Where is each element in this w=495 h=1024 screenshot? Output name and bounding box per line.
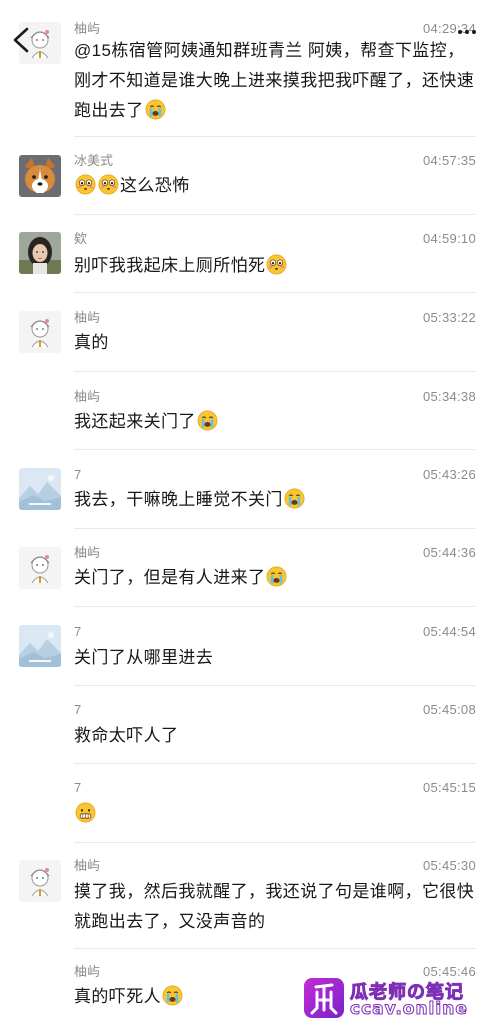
avatar[interactable] xyxy=(19,468,61,510)
divider xyxy=(74,606,476,607)
sender-name: 7 xyxy=(74,624,82,639)
sender-name: 柚屿 xyxy=(74,858,101,873)
more-options-button[interactable] xyxy=(449,24,485,40)
crying-emoji-icon xyxy=(197,410,218,431)
divider xyxy=(74,842,476,843)
message-text[interactable]: 别吓我我起床上厕所怕死 xyxy=(74,251,478,281)
divider xyxy=(74,528,476,529)
watermark: 瓜老师の笔记 ccav.online xyxy=(300,972,495,1024)
message-text[interactable]: 救命太吓人了 xyxy=(74,721,478,751)
divider xyxy=(74,449,476,450)
message-time: 04:59:10 xyxy=(422,231,476,246)
crying-emoji-icon xyxy=(162,985,183,1006)
message-text[interactable]: 这么恐怖 xyxy=(74,171,478,201)
avatar-image xyxy=(19,547,61,589)
back-chevron-icon xyxy=(13,27,29,53)
avatar-image xyxy=(19,860,61,902)
sender-name: 柚屿 xyxy=(74,964,101,979)
sender-name: 柚屿 xyxy=(74,545,101,560)
sender-name: 冰美式 xyxy=(74,153,114,168)
watermark-url: ccav.online xyxy=(350,999,468,1020)
sender-name: 柚屿 xyxy=(74,21,101,36)
avatar[interactable] xyxy=(19,547,61,589)
message-time: 05:33:22 xyxy=(422,310,476,325)
avatar[interactable] xyxy=(19,860,61,902)
message-time: 05:45:08 xyxy=(422,702,476,717)
divider xyxy=(74,214,476,215)
flushed-emoji-icon xyxy=(98,174,119,195)
divider xyxy=(74,948,476,949)
message-text[interactable]: 关门了，但是有人进来了 xyxy=(74,563,478,593)
sender-name: 柚屿 xyxy=(74,389,101,404)
sender-name: 7 xyxy=(74,467,82,482)
avatar[interactable] xyxy=(19,311,61,353)
message-time: 05:45:15 xyxy=(422,780,476,795)
avatar-image xyxy=(19,468,61,510)
crying-emoji-icon xyxy=(284,488,305,509)
divider xyxy=(74,763,476,764)
message-time: 05:34:38 xyxy=(422,389,476,404)
divider xyxy=(74,292,476,293)
message-time: 05:44:36 xyxy=(422,545,476,560)
grimace-emoji-icon xyxy=(75,802,96,823)
avatar[interactable] xyxy=(19,232,61,274)
avatar-image xyxy=(19,625,61,667)
crying-emoji-icon xyxy=(145,99,166,120)
avatar-image xyxy=(19,311,61,353)
divider xyxy=(74,685,476,686)
message-text[interactable]: 关门了从哪里进去 xyxy=(74,643,478,673)
back-button[interactable] xyxy=(6,20,36,60)
message-text[interactable]: 摸了我，然后我就醒了，我还说了句是谁啊，它很快就跑出去了，又没声音的 xyxy=(74,877,478,937)
message-time: 05:43:26 xyxy=(422,467,476,482)
avatar-image xyxy=(19,155,61,197)
flushed-emoji-icon xyxy=(266,254,287,275)
sender-name: 柚屿 xyxy=(74,310,101,325)
avatar-image xyxy=(19,232,61,274)
watermark-logo-icon xyxy=(304,978,344,1018)
message-text[interactable]: 我还起来关门了 xyxy=(74,407,478,437)
avatar[interactable] xyxy=(19,155,61,197)
message-time: 05:44:54 xyxy=(422,624,476,639)
flushed-emoji-icon xyxy=(75,174,96,195)
message-time: 04:57:35 xyxy=(422,153,476,168)
sender-name: 7 xyxy=(74,780,82,795)
sender-name: 欸 xyxy=(74,231,88,246)
sender-name: 7 xyxy=(74,702,82,717)
message-text[interactable]: 真的 xyxy=(74,328,478,358)
divider xyxy=(74,136,476,137)
message-text[interactable]: 我去，干嘛晚上睡觉不关门 xyxy=(74,485,478,515)
divider xyxy=(74,371,476,372)
more-dots-icon xyxy=(458,30,462,34)
message-time: 05:45:30 xyxy=(422,858,476,873)
message-text[interactable] xyxy=(74,799,478,829)
crying-emoji-icon xyxy=(266,566,287,587)
message-text[interactable]: @15栋宿管阿姨通知群班青兰 阿姨，帮查下监控，刚才不知道是谁大晚上进来摸我把我… xyxy=(74,36,478,126)
avatar[interactable] xyxy=(19,625,61,667)
